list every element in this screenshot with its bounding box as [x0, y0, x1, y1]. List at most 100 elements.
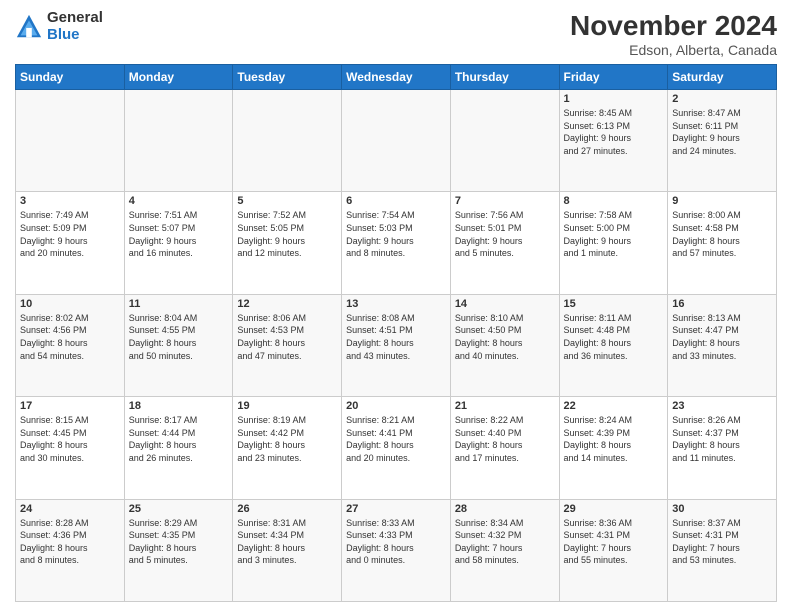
day-number: 2: [672, 93, 772, 105]
weekday-sunday: Sunday: [16, 65, 125, 90]
header: General Blue November 2024 Edson, Albert…: [15, 10, 777, 58]
day-cell: 22 Sunrise: 8:24 AM Sunset: 4:39 PM Dayli…: [559, 397, 668, 499]
day-number: 30: [672, 503, 772, 515]
logo-blue: Blue: [47, 27, 103, 44]
day-info: Sunrise: 7:58 AM Sunset: 5:00 PM Dayligh…: [564, 209, 664, 259]
day-number: 15: [564, 298, 664, 310]
weekday-monday: Monday: [124, 65, 233, 90]
day-cell: [124, 90, 233, 192]
day-number: 13: [346, 298, 446, 310]
day-info: Sunrise: 8:22 AM Sunset: 4:40 PM Dayligh…: [455, 414, 555, 464]
day-cell: 11Sunrise: 8:04 AM Sunset: 4:55 PM Dayli…: [124, 294, 233, 396]
day-number: 26: [237, 503, 337, 515]
day-cell: [16, 90, 125, 192]
logo-icon: [15, 13, 43, 41]
page: General Blue November 2024 Edson, Albert…: [0, 0, 792, 612]
day-number: 7: [455, 195, 555, 207]
day-info: Sunrise: 7:52 AM Sunset: 5:05 PM Dayligh…: [237, 209, 337, 259]
day-number: 17: [20, 400, 120, 412]
day-cell: 1 Sunrise: 8:45 AM Sunset: 6:13 PM Daylig…: [559, 90, 668, 192]
weekday-row: SundayMondayTuesdayWednesdayThursdayFrid…: [16, 65, 777, 90]
calendar-header: SundayMondayTuesdayWednesdayThursdayFrid…: [16, 65, 777, 90]
calendar-table: SundayMondayTuesdayWednesdayThursdayFrid…: [15, 64, 777, 602]
day-cell: 27 Sunrise: 8:33 AM Sunset: 4:33 PM Dayli…: [342, 499, 451, 601]
day-cell: 30 Sunrise: 8:37 AM Sunset: 4:31 PM Dayli…: [668, 499, 777, 601]
day-number: 29: [564, 503, 664, 515]
day-info: Sunrise: 8:37 AM Sunset: 4:31 PM Dayligh…: [672, 517, 772, 567]
title-area: November 2024 Edson, Alberta, Canada: [570, 10, 777, 58]
day-number: 10: [20, 298, 120, 310]
day-info: Sunrise: 8:17 AM Sunset: 4:44 PM Dayligh…: [129, 414, 229, 464]
day-info: Sunrise: 8:11 AM Sunset: 4:48 PM Dayligh…: [564, 312, 664, 362]
day-info: Sunrise: 8:33 AM Sunset: 4:33 PM Dayligh…: [346, 517, 446, 567]
day-number: 22: [564, 400, 664, 412]
day-info: Sunrise: 8:24 AM Sunset: 4:39 PM Dayligh…: [564, 414, 664, 464]
day-number: 27: [346, 503, 446, 515]
weekday-thursday: Thursday: [450, 65, 559, 90]
weekday-tuesday: Tuesday: [233, 65, 342, 90]
day-number: 4: [129, 195, 229, 207]
logo-general: General: [47, 10, 103, 27]
day-cell: 2 Sunrise: 8:47 AM Sunset: 6:11 PM Daylig…: [668, 90, 777, 192]
day-number: 3: [20, 195, 120, 207]
day-info: Sunrise: 7:56 AM Sunset: 5:01 PM Dayligh…: [455, 209, 555, 259]
day-cell: 3Sunrise: 7:49 AM Sunset: 5:09 PM Daylig…: [16, 192, 125, 294]
week-row-5: 24 Sunrise: 8:28 AM Sunset: 4:36 PM Dayli…: [16, 499, 777, 601]
day-cell: 23 Sunrise: 8:26 AM Sunset: 4:37 PM Dayli…: [668, 397, 777, 499]
day-info: Sunrise: 8:47 AM Sunset: 6:11 PM Dayligh…: [672, 107, 772, 157]
day-cell: 28Sunrise: 8:34 AM Sunset: 4:32 PM Dayli…: [450, 499, 559, 601]
day-info: Sunrise: 8:13 AM Sunset: 4:47 PM Dayligh…: [672, 312, 772, 362]
day-number: 8: [564, 195, 664, 207]
day-cell: [342, 90, 451, 192]
day-info: Sunrise: 8:10 AM Sunset: 4:50 PM Dayligh…: [455, 312, 555, 362]
day-cell: 5 Sunrise: 7:52 AM Sunset: 5:05 PM Daylig…: [233, 192, 342, 294]
day-info: Sunrise: 8:04 AM Sunset: 4:55 PM Dayligh…: [129, 312, 229, 362]
week-row-2: 3Sunrise: 7:49 AM Sunset: 5:09 PM Daylig…: [16, 192, 777, 294]
day-info: Sunrise: 8:00 AM Sunset: 4:58 PM Dayligh…: [672, 209, 772, 259]
day-info: Sunrise: 8:29 AM Sunset: 4:35 PM Dayligh…: [129, 517, 229, 567]
day-info: Sunrise: 8:45 AM Sunset: 6:13 PM Dayligh…: [564, 107, 664, 157]
day-cell: 8 Sunrise: 7:58 AM Sunset: 5:00 PM Daylig…: [559, 192, 668, 294]
calendar-body: 1 Sunrise: 8:45 AM Sunset: 6:13 PM Daylig…: [16, 90, 777, 602]
day-cell: 6 Sunrise: 7:54 AM Sunset: 5:03 PM Daylig…: [342, 192, 451, 294]
day-info: Sunrise: 8:31 AM Sunset: 4:34 PM Dayligh…: [237, 517, 337, 567]
day-cell: 16 Sunrise: 8:13 AM Sunset: 4:47 PM Dayli…: [668, 294, 777, 396]
day-info: Sunrise: 8:28 AM Sunset: 4:36 PM Dayligh…: [20, 517, 120, 567]
day-number: 23: [672, 400, 772, 412]
logo-text: General Blue: [47, 10, 103, 43]
day-info: Sunrise: 8:02 AM Sunset: 4:56 PM Dayligh…: [20, 312, 120, 362]
day-cell: 7 Sunrise: 7:56 AM Sunset: 5:01 PM Daylig…: [450, 192, 559, 294]
location: Edson, Alberta, Canada: [570, 42, 777, 58]
day-cell: 18 Sunrise: 8:17 AM Sunset: 4:44 PM Dayli…: [124, 397, 233, 499]
day-cell: 15 Sunrise: 8:11 AM Sunset: 4:48 PM Dayli…: [559, 294, 668, 396]
day-info: Sunrise: 8:26 AM Sunset: 4:37 PM Dayligh…: [672, 414, 772, 464]
day-cell: 12 Sunrise: 8:06 AM Sunset: 4:53 PM Dayli…: [233, 294, 342, 396]
day-cell: 14 Sunrise: 8:10 AM Sunset: 4:50 PM Dayli…: [450, 294, 559, 396]
day-cell: [233, 90, 342, 192]
day-cell: [450, 90, 559, 192]
day-info: Sunrise: 8:08 AM Sunset: 4:51 PM Dayligh…: [346, 312, 446, 362]
day-number: 25: [129, 503, 229, 515]
day-number: 1: [564, 93, 664, 105]
day-info: Sunrise: 7:54 AM Sunset: 5:03 PM Dayligh…: [346, 209, 446, 259]
week-row-1: 1 Sunrise: 8:45 AM Sunset: 6:13 PM Daylig…: [16, 90, 777, 192]
day-info: Sunrise: 8:06 AM Sunset: 4:53 PM Dayligh…: [237, 312, 337, 362]
day-number: 21: [455, 400, 555, 412]
day-number: 6: [346, 195, 446, 207]
day-number: 18: [129, 400, 229, 412]
day-info: Sunrise: 8:21 AM Sunset: 4:41 PM Dayligh…: [346, 414, 446, 464]
week-row-3: 10 Sunrise: 8:02 AM Sunset: 4:56 PM Dayli…: [16, 294, 777, 396]
day-cell: 13 Sunrise: 8:08 AM Sunset: 4:51 PM Dayli…: [342, 294, 451, 396]
day-info: Sunrise: 7:51 AM Sunset: 5:07 PM Dayligh…: [129, 209, 229, 259]
day-number: 5: [237, 195, 337, 207]
day-number: 12: [237, 298, 337, 310]
day-cell: 25 Sunrise: 8:29 AM Sunset: 4:35 PM Dayli…: [124, 499, 233, 601]
day-number: 16: [672, 298, 772, 310]
logo: General Blue: [15, 10, 103, 43]
day-number: 14: [455, 298, 555, 310]
month-title: November 2024: [570, 10, 777, 42]
day-number: 24: [20, 503, 120, 515]
weekday-wednesday: Wednesday: [342, 65, 451, 90]
day-number: 28: [455, 503, 555, 515]
weekday-saturday: Saturday: [668, 65, 777, 90]
